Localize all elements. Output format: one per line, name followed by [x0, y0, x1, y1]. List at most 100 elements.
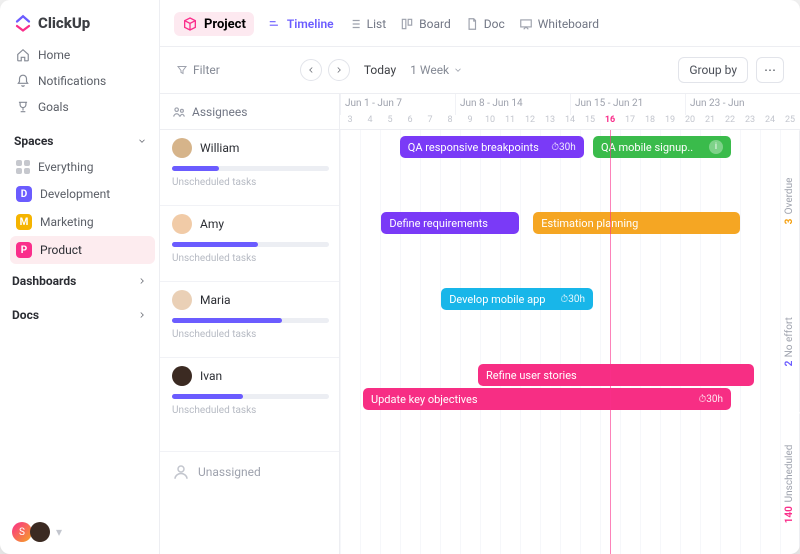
- nav-home[interactable]: Home: [12, 42, 147, 68]
- assignee-column: Assignees William Unscheduled tasksAmy U…: [160, 94, 340, 554]
- unassigned-row[interactable]: Unassigned: [160, 452, 339, 492]
- day-label: 3: [340, 115, 360, 129]
- box-icon: [182, 16, 198, 32]
- view-list-label: List: [367, 17, 387, 31]
- task-bar[interactable]: QA responsive breakpoints⏱30h: [400, 136, 584, 158]
- avatar: [172, 214, 192, 234]
- task-label: QA responsive breakpoints: [408, 141, 539, 154]
- space-product-badge: P: [16, 242, 32, 258]
- day-label: 25: [780, 115, 800, 129]
- chevron-down-icon: [137, 136, 147, 146]
- range-select[interactable]: 1 Week: [410, 63, 463, 77]
- noeffort-pill[interactable]: 2No effort: [780, 271, 800, 412]
- spaces-label: Spaces: [14, 134, 53, 148]
- dashboards-header[interactable]: Dashboards: [0, 264, 159, 298]
- task-label: Refine user stories: [486, 369, 577, 382]
- week-header: Jun 1 - Jun 7: [340, 94, 455, 115]
- day-label: 11: [500, 115, 520, 129]
- task-label: Update key objectives: [371, 393, 478, 406]
- day-label: 7: [420, 115, 440, 129]
- group-by-button[interactable]: Group by: [678, 57, 748, 83]
- day-label: 21: [700, 115, 720, 129]
- docs-header[interactable]: Docs: [0, 298, 159, 332]
- user-avatar-2[interactable]: [30, 522, 50, 542]
- day-label: 19: [660, 115, 680, 129]
- task-bar[interactable]: Update key objectives⏱30h: [363, 388, 731, 410]
- board-icon: [400, 17, 414, 31]
- user-avatar-s[interactable]: S: [12, 522, 32, 542]
- task-bar[interactable]: Develop mobile app⏱30h: [441, 288, 593, 310]
- assignee-name: Maria: [200, 293, 231, 307]
- timeline-icon: [268, 17, 282, 31]
- trophy-icon: [16, 100, 30, 114]
- bell-icon: [16, 74, 30, 88]
- progress-bar: [172, 166, 329, 171]
- project-label: Project: [204, 17, 246, 32]
- view-whiteboard-label: Whiteboard: [538, 17, 599, 31]
- task-label: Define requirements: [389, 217, 488, 230]
- chevron-right-icon: [137, 276, 147, 286]
- prev-button[interactable]: [300, 59, 322, 81]
- unscheduled-label[interactable]: Unscheduled tasks: [172, 329, 329, 340]
- project-chip[interactable]: Project: [174, 12, 254, 36]
- overdue-pill[interactable]: 3Overdue: [780, 130, 800, 271]
- more-button[interactable]: ⋯: [756, 57, 784, 83]
- view-board[interactable]: Board: [400, 17, 451, 31]
- view-board-label: Board: [419, 17, 451, 31]
- day-label: 6: [400, 115, 420, 129]
- spaces-header[interactable]: Spaces: [0, 120, 159, 154]
- task-bar[interactable]: Estimation planning: [533, 212, 740, 234]
- side-metrics: 3Overdue 2No effort 140Unscheduled: [780, 130, 800, 554]
- user-more-icon[interactable]: ▾: [56, 525, 62, 539]
- next-button[interactable]: [328, 59, 350, 81]
- day-label: 16: [600, 115, 620, 129]
- brand-name: ClickUp: [38, 14, 90, 32]
- space-everything[interactable]: Everything: [10, 154, 155, 180]
- day-label: 18: [640, 115, 660, 129]
- unscheduled-label[interactable]: Unscheduled tasks: [172, 177, 329, 188]
- task-bar[interactable]: QA mobile signup..i: [593, 136, 731, 158]
- task-bar[interactable]: Refine user stories: [478, 364, 754, 386]
- nav-notifications[interactable]: Notifications: [12, 68, 147, 94]
- space-development-badge: D: [16, 186, 32, 202]
- unscheduled-label[interactable]: Unscheduled tasks: [172, 253, 329, 264]
- filter-button[interactable]: Filter: [176, 63, 220, 77]
- dashboards-label: Dashboards: [12, 274, 76, 288]
- chevron-left-icon: [306, 65, 316, 75]
- view-timeline[interactable]: Timeline: [268, 17, 334, 31]
- assignee-name: Amy: [200, 217, 224, 231]
- view-whiteboard[interactable]: Whiteboard: [519, 17, 599, 31]
- day-label: 17: [620, 115, 640, 129]
- day-label: 14: [560, 115, 580, 129]
- view-doc[interactable]: Doc: [465, 17, 505, 31]
- progress-bar: [172, 394, 329, 399]
- day-label: 23: [740, 115, 760, 129]
- timeline-chart[interactable]: Jun 1 - Jun 7Jun 8 - Jun 14Jun 15 - Jun …: [340, 94, 800, 554]
- nav-goals[interactable]: Goals: [12, 94, 147, 120]
- space-product-label: Product: [40, 243, 82, 257]
- day-label: 22: [720, 115, 740, 129]
- space-product[interactable]: P Product: [10, 236, 155, 264]
- day-label: 20: [680, 115, 700, 129]
- space-development[interactable]: DDevelopment: [10, 180, 155, 208]
- progress-bar: [172, 318, 329, 323]
- day-label: 24: [760, 115, 780, 129]
- sidebar-footer: S ▾: [0, 510, 159, 554]
- range-label: 1 Week: [410, 63, 449, 77]
- main: Project Timeline List Board Doc Whiteboa…: [160, 0, 800, 554]
- filter-icon: [176, 64, 188, 76]
- view-list[interactable]: List: [348, 17, 387, 31]
- week-header: Jun 15 - Jun 21: [570, 94, 685, 115]
- unscheduled-label[interactable]: Unscheduled tasks: [172, 405, 329, 416]
- task-bar[interactable]: Define requirements: [381, 212, 519, 234]
- space-marketing[interactable]: MMarketing: [10, 208, 155, 236]
- task-label: Estimation planning: [541, 217, 638, 230]
- day-label: 4: [360, 115, 380, 129]
- nav-home-label: Home: [38, 48, 70, 62]
- chevron-right-icon: [137, 310, 147, 320]
- today-button[interactable]: Today: [364, 63, 396, 77]
- space-marketing-badge: M: [16, 214, 32, 230]
- topbar: Project Timeline List Board Doc Whiteboa…: [160, 0, 800, 47]
- task-duration: ⏱30h: [560, 294, 585, 305]
- unscheduled-pill[interactable]: 140Unscheduled: [780, 413, 800, 554]
